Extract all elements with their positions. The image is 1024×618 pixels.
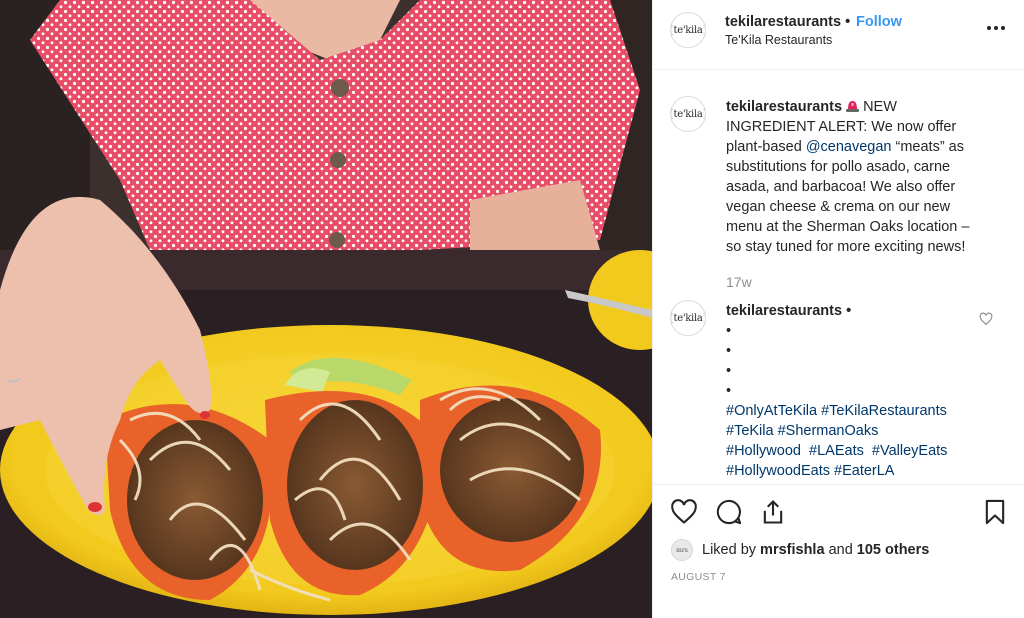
- hashtag-link[interactable]: #ShermanOaks: [778, 423, 879, 439]
- hashtag-link[interactable]: #OnlyAtTeKila: [726, 403, 817, 419]
- bullet-line: •: [726, 383, 732, 399]
- tacos-photo: [0, 0, 652, 618]
- comment-text: tekilarestaurants • • • • • #OnlyAtTeKil…: [726, 303, 948, 479]
- hashtag-link[interactable]: #TeKilaRestaurants: [821, 403, 947, 419]
- bullet-line: •: [726, 363, 732, 379]
- post-actions: mrs Liked by mrsfishla and 105 others AU…: [653, 484, 1024, 618]
- comment-icon[interactable]: [715, 498, 743, 526]
- brand-logo: {te'kila}: [671, 24, 705, 36]
- post-username[interactable]: tekilarestaurants •: [725, 14, 850, 30]
- heart-icon[interactable]: [670, 498, 698, 526]
- follow-button[interactable]: Follow: [856, 14, 902, 30]
- likes-count[interactable]: 105 others: [857, 542, 930, 558]
- caption-username[interactable]: tekilarestaurants: [726, 99, 842, 115]
- comment-username[interactable]: tekilarestaurants: [726, 303, 842, 319]
- liker-avatar[interactable]: mrs: [671, 539, 693, 561]
- caption-avatar[interactable]: {te'kila}: [670, 96, 706, 132]
- liker-username[interactable]: mrsfishla: [760, 542, 824, 558]
- post-sidebar: {te'kila} tekilarestaurants • Follow Te'…: [652, 0, 1024, 618]
- post-date[interactable]: AUGUST 7: [671, 571, 726, 583]
- hashtag-link[interactable]: #Hollywood: [726, 443, 801, 459]
- mention-link[interactable]: @cenavegan: [806, 139, 892, 155]
- caption-text: tekilarestaurants NEW INGREDIENT ALERT: …: [726, 99, 970, 255]
- hashtag-link[interactable]: #TeKila: [726, 423, 774, 439]
- post-location[interactable]: Te'Kila Restaurants: [725, 33, 832, 47]
- bookmark-icon[interactable]: [981, 498, 1009, 526]
- post-photo[interactable]: [0, 0, 652, 618]
- hashtag-link[interactable]: #LAEats: [809, 443, 864, 459]
- hashtag-link[interactable]: #ValleyEats: [872, 443, 948, 459]
- bullet-line: •: [726, 323, 732, 339]
- comment-avatar[interactable]: {te'kila}: [670, 300, 706, 336]
- caption-timestamp[interactable]: 17w: [726, 274, 752, 290]
- comments-list[interactable]: {te'kila} tekilarestaurants NEW INGREDIE…: [653, 70, 1024, 484]
- profile-avatar[interactable]: {te'kila}: [670, 12, 706, 48]
- hashtag-link[interactable]: #HollywoodEats: [726, 463, 830, 479]
- hashtag-link[interactable]: #EaterLA: [834, 463, 894, 479]
- likes-summary: mrs Liked by mrsfishla and 105 others: [671, 539, 930, 561]
- post-header: {te'kila} tekilarestaurants • Follow Te'…: [653, 0, 1024, 70]
- heart-outline-icon[interactable]: [979, 312, 993, 326]
- bullet-line: •: [726, 343, 732, 359]
- share-icon[interactable]: [759, 498, 787, 526]
- police-light-icon: [846, 101, 860, 112]
- more-horizontal-icon[interactable]: [985, 21, 1007, 35]
